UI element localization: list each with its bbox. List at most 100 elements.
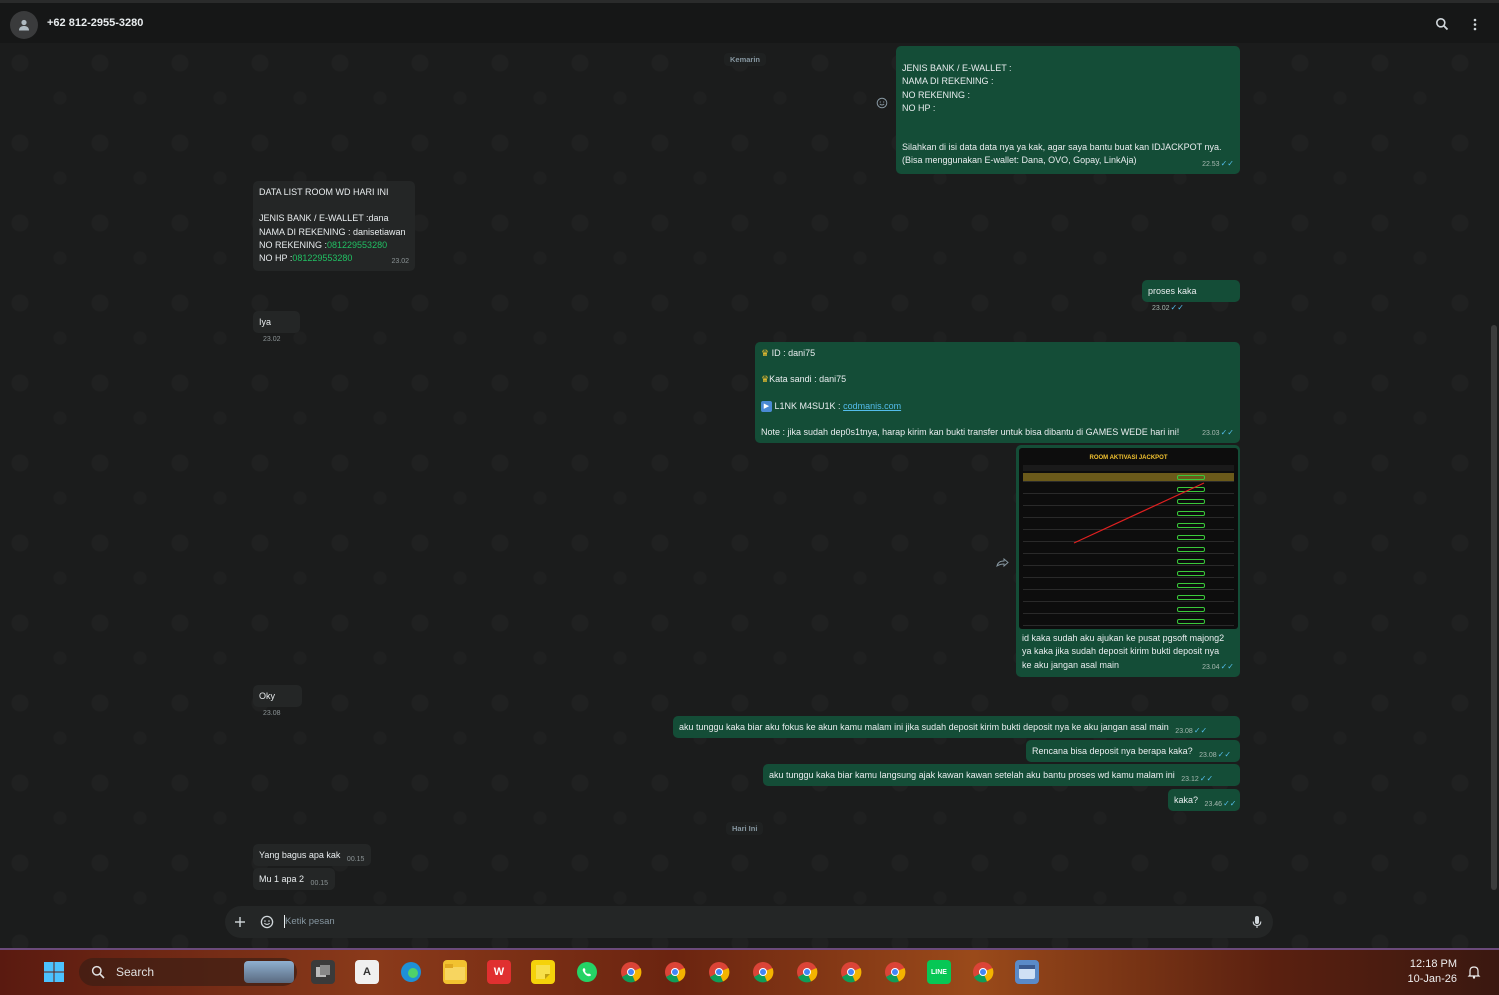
app-window-icon[interactable]	[1015, 960, 1039, 984]
message-bubble-image[interactable]: ROOM AKTIVASI JACKPOT id kaka sudah aku …	[1016, 445, 1240, 677]
phone-number-link[interactable]: 081229553280	[327, 240, 387, 250]
message-text: ID : dani75	[771, 348, 816, 358]
message-text: kaka?	[1174, 795, 1199, 805]
clock-time: 12:18 PM	[1409, 958, 1457, 970]
message-meta: 23.03✓✓	[1202, 426, 1234, 440]
message-time: 23.03	[1202, 429, 1220, 437]
chrome-profile-icon[interactable]	[619, 960, 643, 984]
chrome-profile-icon[interactable]	[751, 960, 775, 984]
windows-start-icon[interactable]	[42, 960, 66, 984]
message-text: Mu 1 apa 2	[259, 874, 305, 884]
message-bubble-incoming[interactable]: Oky 23.08	[253, 685, 302, 717]
sticky-notes-icon[interactable]	[531, 960, 555, 984]
message-input[interactable]: Ketik pesan	[285, 916, 335, 927]
read-receipt-icon: ✓✓	[1220, 158, 1234, 168]
search-icon	[91, 965, 105, 979]
font-app-icon[interactable]: A	[355, 960, 379, 984]
day-separator-yesterday: Kemarin	[724, 53, 767, 66]
message-link[interactable]: codmanis.com	[843, 401, 901, 411]
message-text: JENIS BANK / E-WALLET :dana	[259, 213, 389, 224]
message-text: Rencana bisa deposit nya berapa kaka?	[1032, 746, 1193, 756]
message-time: 23.08	[263, 710, 281, 718]
attach-plus-icon[interactable]	[232, 914, 248, 930]
chat-scrollbar[interactable]	[1489, 43, 1499, 948]
message-text: NO HP :	[902, 102, 936, 113]
message-text: NO HP :	[259, 253, 293, 264]
message-text: Note : jika sudah dep0s1tnya, harap kiri…	[761, 426, 1180, 437]
contact-name[interactable]: +62 812-2955-3280	[47, 17, 143, 29]
message-text: JENIS BANK / E-WALLET :	[902, 63, 1012, 73]
message-time: 23.08	[1199, 752, 1217, 759]
message-bubble-outgoing[interactable]: Rencana bisa deposit nya berapa kaka? 23…	[1026, 740, 1240, 762]
file-explorer-icon[interactable]	[443, 960, 467, 984]
read-receipt-icon: ✓✓	[1223, 799, 1237, 808]
phone-number-link[interactable]: 081229553280	[292, 253, 352, 263]
read-receipt-icon: ✓✓	[1220, 427, 1234, 437]
reaction-emoji-icon[interactable]	[876, 96, 888, 109]
microphone-icon[interactable]	[1249, 914, 1265, 930]
message-bubble-outgoing[interactable]: JENIS BANK / E-WALLET : NAMA DI REKENING…	[896, 46, 1240, 174]
person-icon	[19, 19, 29, 31]
message-composer: Ketik pesan	[225, 906, 1273, 938]
chrome-profile-icon[interactable]	[707, 960, 731, 984]
message-meta: 22.53✓✓	[1202, 157, 1234, 171]
image-caption: ya kaka jika sudah deposit kirim bukti d…	[1022, 646, 1220, 657]
windows-taskbar: Search A W LINE 12:18 PM 10-Jan-26	[0, 948, 1499, 995]
jackpot-screenshot-image[interactable]: ROOM AKTIVASI JACKPOT	[1019, 448, 1238, 629]
message-bubble-outgoing[interactable]: aku tunggu kaka biar aku fokus ke akun k…	[673, 716, 1240, 738]
system-clock[interactable]: 12:18 PM 10-Jan-26	[1407, 957, 1457, 987]
read-receipt-icon: ✓✓	[1199, 774, 1214, 783]
message-time: 00.15	[310, 880, 329, 887]
chrome-profile-icon[interactable]	[883, 960, 907, 984]
message-bubble-incoming[interactable]: Iya 23.02	[253, 311, 300, 343]
message-bubble-outgoing[interactable]: proses kaka 23.02✓✓	[1142, 280, 1240, 312]
scrollbar-thumb[interactable]	[1491, 325, 1497, 890]
chrome-profile-icon[interactable]	[663, 960, 687, 984]
message-text: NAMA DI REKENING : danisetiawan	[259, 226, 406, 237]
message-bubble-incoming[interactable]: Mu 1 apa 2 00.15	[253, 868, 335, 890]
sticker-emoji-icon[interactable]	[259, 914, 275, 930]
message-text: aku tunggu kaka biar kamu langsung ajak …	[769, 770, 1175, 780]
search-icon[interactable]	[1433, 15, 1451, 33]
message-text: Oky	[259, 691, 276, 701]
chrome-profile-icon[interactable]	[839, 960, 863, 984]
message-time: 23.02	[1152, 305, 1170, 313]
message-text: NAMA DI REKENING :	[902, 76, 994, 87]
message-meta: 23.04✓✓	[1202, 660, 1234, 674]
message-time: 23.12	[1181, 776, 1199, 783]
message-bubble-outgoing[interactable]: kaka? 23.46✓✓	[1168, 789, 1240, 811]
message-text: Iya	[259, 317, 272, 327]
message-time: 00.15	[346, 856, 365, 863]
chat-background-pattern	[0, 43, 1489, 948]
message-bubble-incoming[interactable]: Yang bagus apa kak 00.15	[253, 844, 371, 866]
message-time: 23.04	[1202, 663, 1220, 671]
whatsapp-icon[interactable]	[575, 960, 599, 984]
message-text: (Bisa menggunakan E-wallet: Dana, OVO, G…	[902, 155, 1137, 166]
message-time: 23.46	[1204, 801, 1223, 808]
contact-avatar[interactable]	[10, 11, 38, 39]
message-bubble-outgoing[interactable]: ♛ ID : dani75 ♛Kata sandi : dani75 ▶ L1N…	[755, 342, 1240, 443]
edge-browser-icon[interactable]	[399, 960, 423, 984]
chrome-profile-icon[interactable]	[795, 960, 819, 984]
line-messenger-icon[interactable]: LINE	[927, 960, 951, 984]
read-receipt-icon: ✓✓	[1220, 661, 1234, 671]
menu-kebab-icon[interactable]	[1466, 15, 1484, 33]
forward-icon[interactable]	[995, 555, 1009, 568]
message-bubble-incoming[interactable]: DATA LIST ROOM WD HARI INI JENIS BANK / …	[253, 181, 415, 271]
message-time: 23.08	[1175, 728, 1193, 735]
chat-header: +62 812-2955-3280	[0, 3, 1499, 43]
search-highlight-image	[244, 961, 294, 983]
notification-bell-icon[interactable]	[1462, 960, 1486, 984]
taskbar-top-edge	[0, 948, 1499, 950]
crown-emoji-icon: ♛	[761, 374, 770, 385]
read-receipt-icon: ✓✓	[1193, 726, 1208, 735]
task-view-icon[interactable]	[311, 960, 335, 984]
play-button-emoji-icon: ▶	[761, 400, 772, 412]
taskbar-search[interactable]: Search	[79, 958, 297, 986]
red-arrow-annotation	[1073, 482, 1205, 544]
message-bubble-outgoing[interactable]: aku tunggu kaka biar kamu langsung ajak …	[763, 764, 1240, 786]
message-text: proses kaka	[1148, 286, 1197, 296]
wps-office-icon[interactable]: W	[487, 960, 511, 984]
chrome-profile-icon[interactable]	[971, 960, 995, 984]
chat-area: Kemarin JENIS BANK / E-WALLET : NAMA DI …	[0, 43, 1489, 948]
